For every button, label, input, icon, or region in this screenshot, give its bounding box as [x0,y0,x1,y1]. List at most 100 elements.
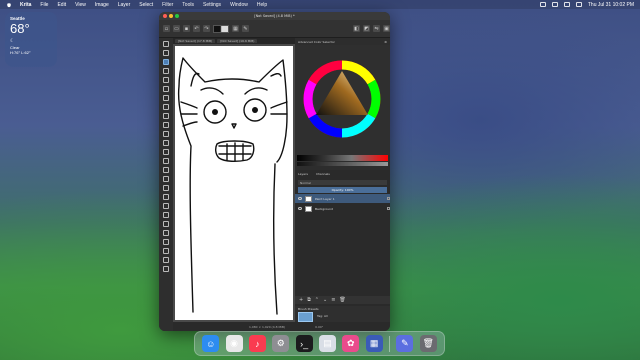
menubar-clock[interactable]: Thu Jul 31 10:02 PM [588,2,634,8]
gradient-tool-icon[interactable] [163,176,169,182]
zoom-tool-icon[interactable] [163,257,169,263]
visibility-icon[interactable] [298,207,302,210]
layers-tabs: Layers Channels [295,170,390,178]
pan-tool-icon[interactable] [163,266,169,272]
redo-icon[interactable]: ↷ [203,25,210,32]
menu-tools[interactable]: Tools [182,2,194,8]
move-tool-icon[interactable] [163,158,169,164]
add-layer-icon[interactable]: + [299,297,303,303]
pages-icon[interactable]: ✎ [396,335,414,352]
layers-panel: Layers Channels Normal Opacity: 100% Pai… [295,170,390,310]
polyline-tool-icon[interactable] [163,104,169,110]
chrome-icon[interactable]: ◉ [225,335,243,352]
text-tool-icon[interactable] [163,50,169,56]
save-icon[interactable]: ▪ [183,25,190,32]
control-center-icon[interactable] [575,2,582,7]
krita-icon[interactable]: ✿ [342,335,360,352]
lock-icon[interactable] [387,207,390,210]
freehand-path-tool-icon[interactable] [163,122,169,128]
brush-preset-thumbnail[interactable] [298,312,313,322]
menu-edit[interactable]: Edit [57,2,66,8]
settings-icon[interactable]: ⚙ [272,335,290,352]
assistant-tool-icon[interactable] [163,203,169,209]
window-titlebar[interactable]: [Not Saved] (4.8 MiB) * [159,12,390,20]
visibility-icon[interactable] [298,197,302,200]
trash-icon[interactable]: 🗑 [419,335,437,352]
apple-icon[interactable] [6,2,12,8]
document-tab-1[interactable]: [Not Saved] (17.8 MiB) [175,39,216,43]
menu-app-name[interactable]: Krita [20,2,31,8]
fill-tool-icon[interactable] [163,194,169,200]
rect-select-tool-icon[interactable] [163,230,169,236]
weather-widget[interactable]: Seattle 68° ☾ Clear H:76° L:62° [5,12,57,67]
move-up-icon[interactable]: ⌃ [315,297,319,303]
contiguous-select-tool-icon[interactable] [163,248,169,254]
menu-file[interactable]: File [40,2,48,8]
menu-image[interactable]: Image [95,2,109,8]
brush-tag-select[interactable]: Tag: All [317,314,328,318]
transform-tool-icon[interactable] [163,149,169,155]
crop-tool-icon[interactable] [163,167,169,173]
polygon-tool-icon[interactable] [163,95,169,101]
rectangle-tool-icon[interactable] [163,77,169,83]
alpha-lock-icon[interactable]: ◩ [363,25,370,32]
tab-channels[interactable]: Channels [316,172,330,176]
preview-icon[interactable]: ▤ [318,335,336,352]
battery-icon[interactable] [539,2,546,7]
multibrush-tool-icon[interactable] [163,140,169,146]
music-icon[interactable]: ♪ [248,335,266,352]
bezier-tool-icon[interactable] [163,113,169,119]
eraser-icon[interactable]: ◧ [353,25,360,32]
layer-properties-icon[interactable]: ≡ [331,297,335,303]
menu-view[interactable]: View [75,2,86,8]
wrap-icon[interactable]: ▣ [383,25,390,32]
menu-settings[interactable]: Settings [203,2,221,8]
menu-filter[interactable]: Filter [162,2,173,8]
mirror-icon[interactable]: ⇋ [373,25,380,32]
krita-toolbar: ▫ ▭ ▪ ↶ ↷ ▦ ✎ ◧ ◩ ⇋ ▣ [159,20,390,38]
wifi-icon[interactable] [551,2,558,7]
blend-mode-select[interactable]: Normal [298,180,387,185]
document-tab-2[interactable]: [Not Saved] (16.6 MiB) [217,39,258,43]
tab-layers[interactable]: Layers [298,172,308,176]
common-colors-strip[interactable] [297,162,388,166]
duplicate-layer-icon[interactable]: ⧉ [307,297,311,303]
dock: ☺ ◉ ♪ ⚙ ›_ ▤ ✿ ▦ ✎ 🗑 [194,331,445,356]
menu-layer[interactable]: Layer [118,2,131,8]
menu-help[interactable]: Help [257,2,267,8]
docker-settings-icon[interactable]: ⚙ [384,40,387,44]
lock-icon[interactable] [387,197,390,200]
measure-tool-icon[interactable] [163,212,169,218]
weather-range: H:76° L:62° [10,49,31,55]
select-shapes-tool-icon[interactable] [163,41,169,47]
reference-tool-icon[interactable] [163,221,169,227]
finder-icon[interactable]: ☺ [202,335,220,352]
freehand-brush-tool-icon[interactable] [163,59,169,65]
dynamic-brush-tool-icon[interactable] [163,131,169,137]
line-tool-icon[interactable] [163,68,169,74]
layer-name: Background [315,206,333,211]
menu-select[interactable]: Select [139,2,153,8]
brush-preset-icon[interactable]: ✎ [242,25,249,32]
drawing-canvas[interactable] [175,46,293,320]
layer-row[interactable]: Paint Layer 1 [295,194,390,203]
ellipse-select-tool-icon[interactable] [163,239,169,245]
gradient-swatch[interactable] [213,24,229,33]
open-document-icon[interactable]: ▭ [173,25,180,32]
color-picker-tool-icon[interactable] [163,185,169,191]
undo-icon[interactable]: ↶ [193,25,200,32]
delete-layer-icon[interactable]: 🗑 [339,297,345,303]
calculator-icon[interactable]: ▦ [365,335,383,352]
new-document-icon[interactable]: ▫ [163,25,170,32]
menubar-status-area: Thu Jul 31 10:02 PM [539,2,634,8]
color-wheel[interactable] [297,47,388,153]
move-down-icon[interactable]: ⌄ [323,297,327,303]
layer-row[interactable]: Background [295,204,390,213]
color-history-strip[interactable] [297,155,388,161]
menu-window[interactable]: Window [230,2,248,8]
opacity-slider[interactable]: Opacity: 100% [298,187,387,193]
terminal-icon[interactable]: ›_ [295,335,313,352]
search-icon[interactable] [563,2,570,7]
ellipse-tool-icon[interactable] [163,86,169,92]
pattern-icon[interactable]: ▦ [232,25,239,32]
